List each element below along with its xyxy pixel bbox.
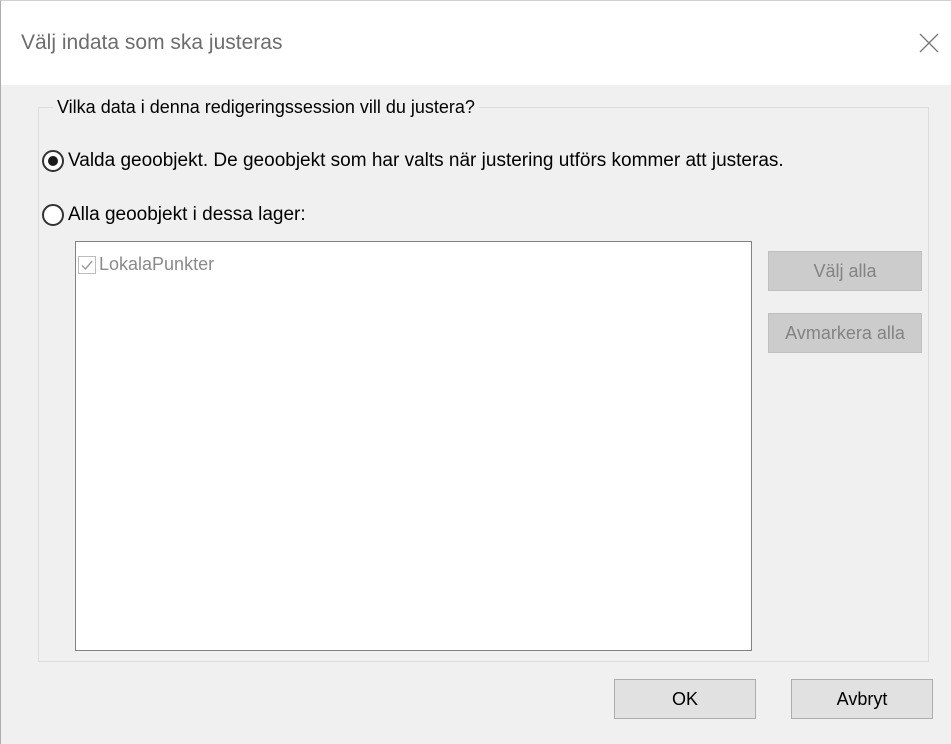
dialog-title: Välj indata som ska justeras [21,31,283,54]
layer-listbox[interactable]: LokalaPunkter [75,241,752,651]
dialog-window: Välj indata som ska justeras Vilka data … [0,0,951,744]
ok-button[interactable]: OK [614,679,756,719]
checkmark-icon [81,260,93,270]
close-button[interactable] [911,23,947,63]
radio-button-selected[interactable] [42,150,64,172]
deselect-all-button: Avmarkera alla [768,313,922,353]
radio-all-features-in-layers[interactable]: Alla geoobjekt i dessa lager: [42,200,306,230]
radio-selected-features-label: Valda geoobjekt. De geoobjekt som har va… [68,150,784,171]
layer-label: LokalaPunkter [99,254,215,274]
radio-all-features-label: Alla geoobjekt i dessa lager: [68,204,306,225]
radio-selected-features[interactable]: Valda geoobjekt. De geoobjekt som har va… [42,146,784,176]
radio-button-unselected[interactable] [42,204,64,226]
title-bar: Välj indata som ska justeras [1,1,951,85]
layer-checkbox [78,255,96,274]
list-item: LokalaPunkter [78,254,214,275]
cancel-button[interactable]: Avbryt [791,679,933,719]
groupbox-legend: Vilka data i denna redigeringssession vi… [53,95,479,119]
close-icon [919,33,939,53]
select-all-button: Välj alla [768,251,922,291]
